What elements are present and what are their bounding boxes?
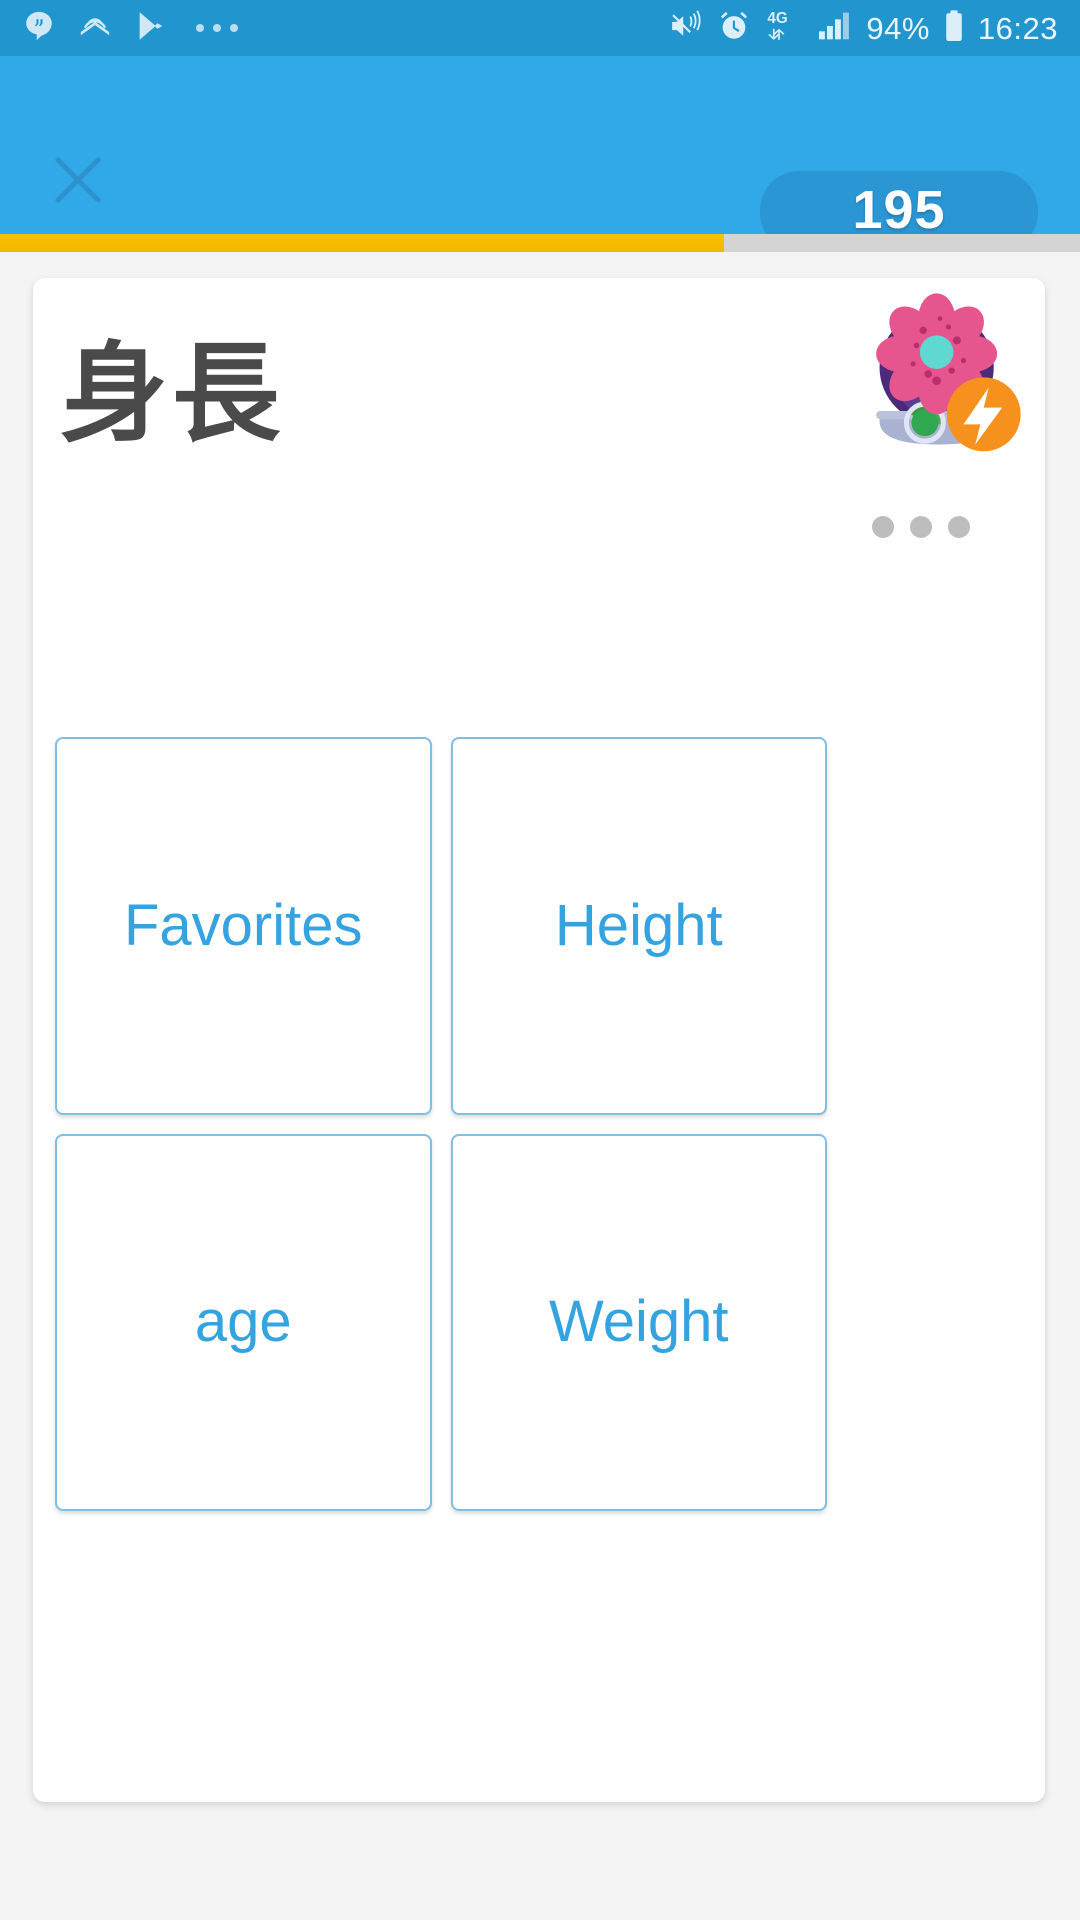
close-icon <box>47 149 109 216</box>
answer-option-4[interactable]: Weight <box>450 1133 827 1511</box>
audible-icon <box>78 9 112 48</box>
more-notifications-icon <box>196 24 238 32</box>
status-bar-system: 4G 94% 16:23 <box>668 8 1058 49</box>
answer-option-label: age <box>194 1289 292 1355</box>
play-store-icon <box>134 9 168 48</box>
hangouts-icon <box>22 9 56 48</box>
clock-label: 16:23 <box>977 10 1058 46</box>
status-bar: 4G 94% 16:23 <box>0 0 1080 56</box>
volume-mute-vibrate-icon <box>668 9 704 48</box>
svg-text:4G: 4G <box>768 10 788 27</box>
signal-bars-icon <box>817 10 853 47</box>
answer-option-1[interactable]: Favorites <box>55 737 432 1115</box>
app-header: 195 <box>0 56 1080 249</box>
points-value: 195 <box>852 180 946 240</box>
session-progress-bar <box>0 234 1080 252</box>
answer-options-grid: Favorites Height age Weight <box>55 737 827 1511</box>
close-button[interactable] <box>44 148 112 216</box>
lightning-bolt-icon <box>946 377 1021 452</box>
question-prompt: 身長 <box>60 333 285 454</box>
overflow-dots-icon[interactable] <box>872 516 970 538</box>
answer-option-2[interactable]: Height <box>450 737 827 1115</box>
battery-percent-label: 94% <box>866 10 930 46</box>
session-progress-fill <box>0 234 724 252</box>
mobile-data-icon: 4G <box>764 8 804 49</box>
status-bar-notifications <box>22 9 238 48</box>
answer-option-label: Weight <box>549 1289 729 1355</box>
alarm-clock-icon <box>717 9 751 48</box>
answer-option-label: Favorites <box>123 892 363 958</box>
flower-avatar-icon[interactable] <box>856 290 1024 458</box>
answer-option-3[interactable]: age <box>55 1133 432 1511</box>
answer-option-label: Height <box>554 892 723 958</box>
battery-icon <box>943 9 965 48</box>
